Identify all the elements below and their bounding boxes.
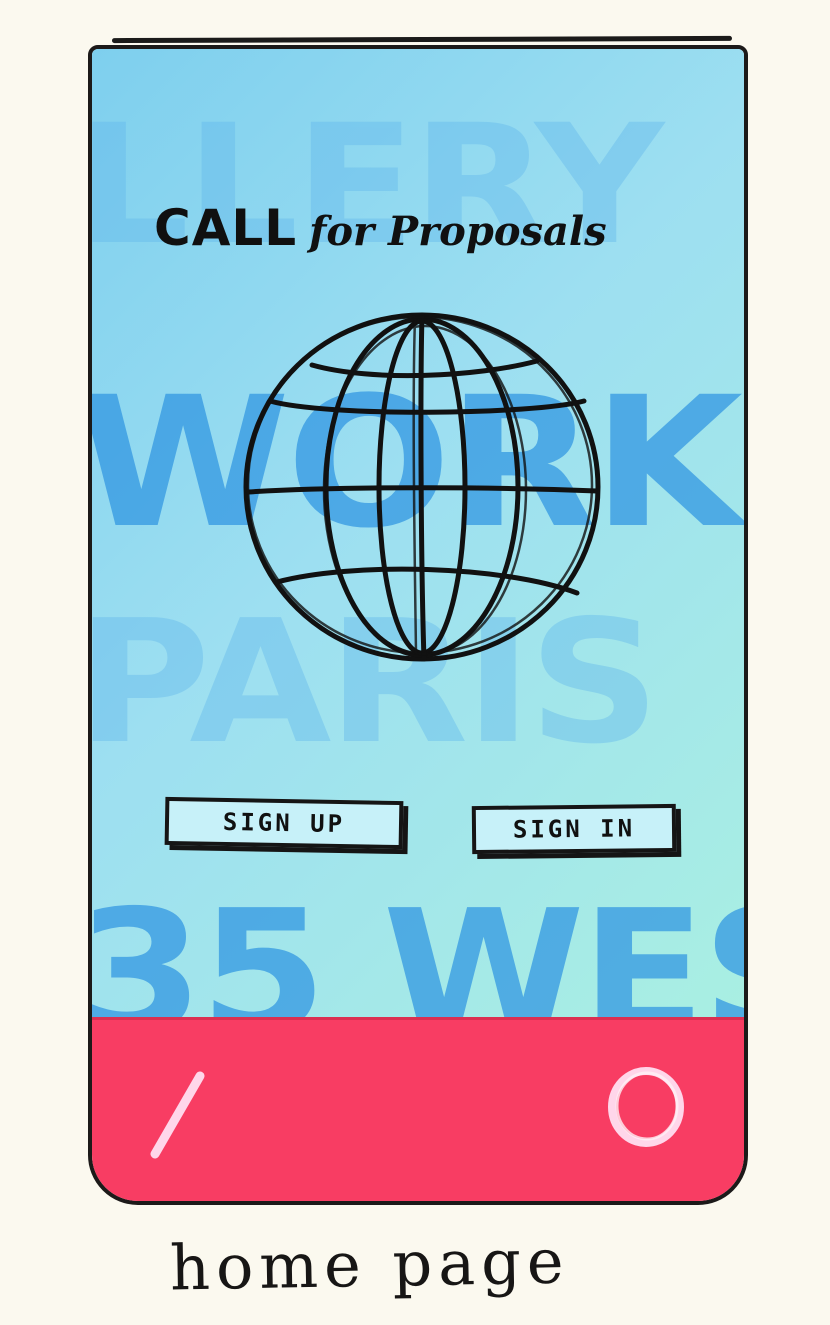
sign-in-button[interactable]: SIGN IN <box>471 803 677 855</box>
home-screen: LLERY WORKSH PARIS 35 WES CALLfor Propos… <box>92 49 744 1017</box>
mobile-phone-mockup: LLERY WORKSH PARIS 35 WES CALLfor Propos… <box>88 45 748 1205</box>
circle-home-icon[interactable] <box>602 1063 690 1151</box>
background-word-4: 35 WES <box>92 874 744 1017</box>
sketch-paper: LLERY WORKSH PARIS 35 WES CALLfor Propos… <box>0 0 830 1325</box>
title-call: CALL <box>154 199 298 257</box>
page-title: CALL for Proposals <box>154 199 607 257</box>
slash-back-icon[interactable] <box>140 1070 210 1160</box>
sign-up-button[interactable]: SIGN UP <box>164 796 404 850</box>
globe-icon <box>243 312 601 662</box>
bottom-navigation-bar <box>92 1017 744 1201</box>
page-caption: home page <box>169 1224 571 1305</box>
top-sketch-line <box>111 35 733 44</box>
title-for-proposals: for Proposals <box>309 208 607 255</box>
